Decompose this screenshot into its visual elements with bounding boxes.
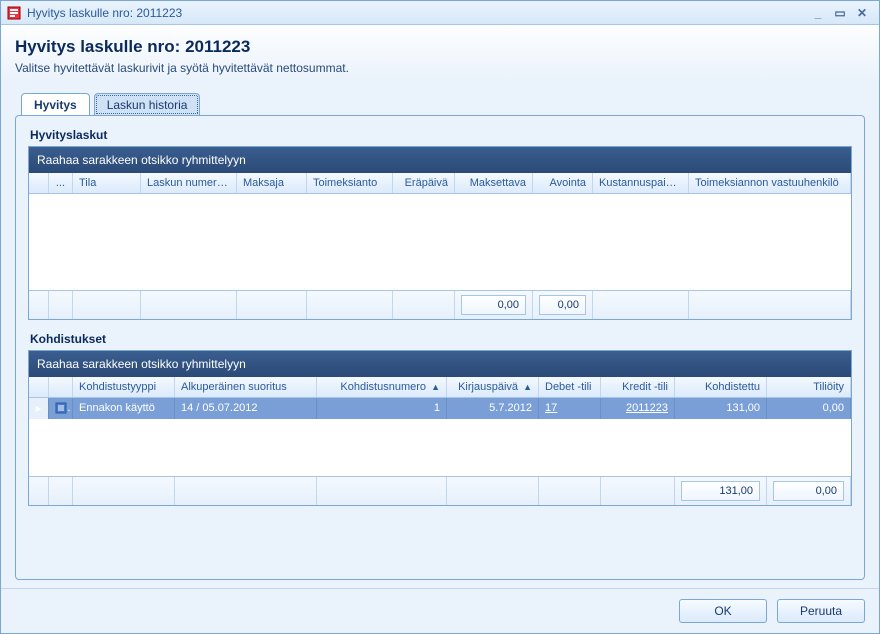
grid2-col-tilioity[interactable]: Tiliöity xyxy=(767,377,851,397)
grid2-col-kohdistusnumero[interactable]: Kohdistusnumero ▲ xyxy=(317,377,447,397)
grid2-col-kirjauspaiva[interactable]: Kirjauspäivä ▲ xyxy=(447,377,539,397)
tab-laskun-historia[interactable]: Laskun historia xyxy=(94,93,201,116)
grid2-col-kredit[interactable]: Kredit -tili xyxy=(601,377,675,397)
dialog-window: Hyvitys laskulle nro: 2011223 _ ▭ ✕ Hyvi… xyxy=(0,0,880,634)
row-indicator-icon: ▸ xyxy=(29,398,49,419)
grid2-col-alkuperainen[interactable]: Alkuperäinen suoritus xyxy=(175,377,317,397)
minimize-button[interactable]: _ xyxy=(807,6,829,20)
grid1-col-rowselector[interactable] xyxy=(29,173,49,193)
grid2-col-kohdistusnumero-label: Kohdistusnumero xyxy=(340,381,426,393)
debet-link[interactable]: 17 xyxy=(545,402,557,414)
grid2-col-kohdistettu[interactable]: Kohdistettu xyxy=(675,377,767,397)
sort-desc-icon: ▼ xyxy=(228,178,237,188)
grid1-col-maksaja[interactable]: Maksaja xyxy=(237,173,307,193)
grid2-groupbar[interactable]: Raahaa sarakkeen otsikko ryhmittelyyn xyxy=(29,351,851,377)
grid1-col-avointa[interactable]: Avointa xyxy=(533,173,593,193)
grid1-col-maksettava[interactable]: Maksettava xyxy=(455,173,533,193)
grid1-col-erapaiva[interactable]: Eräpäivä xyxy=(393,173,455,193)
cell-tilioity: 0,00 xyxy=(767,398,851,419)
grid1-col-kustannuspaikka[interactable]: Kustannuspaikka xyxy=(593,173,689,193)
document-icon xyxy=(49,398,73,419)
grid2-col-rowselector[interactable] xyxy=(29,377,49,397)
grid2-sum-tilioity: 0,00 xyxy=(773,481,844,501)
dialog-body: Hyvitys Laskun historia Hyvityslaskut Ra… xyxy=(1,81,879,588)
grid1-headers: ... Tila Laskun numero ▼ Maksaja Toimeks… xyxy=(29,173,851,194)
grid-kohdistukset: Raahaa sarakkeen otsikko ryhmittelyyn Ko… xyxy=(28,350,852,506)
grid-hyvityslaskut: Raahaa sarakkeen otsikko ryhmittelyyn ..… xyxy=(28,146,852,320)
sort-asc-icon: ▲ xyxy=(431,382,440,392)
titlebar: Hyvitys laskulle nro: 2011223 _ ▭ ✕ xyxy=(1,1,879,25)
grid1-col-tila[interactable]: Tila xyxy=(73,173,141,193)
grid2-col-icon[interactable] xyxy=(49,377,73,397)
grid2-sum-kohdistettu: 131,00 xyxy=(681,481,760,501)
cell-kohdistusnumero: 1 xyxy=(317,398,447,419)
page-subtitle: Valitse hyvitettävät laskurivit ja syötä… xyxy=(15,61,865,75)
cell-kredit: 2011223 xyxy=(601,398,675,419)
grid1-rows xyxy=(29,194,851,290)
grid1-groupbar[interactable]: Raahaa sarakkeen otsikko ryhmittelyyn xyxy=(29,147,851,173)
grid2-sumrow: 131,00 0,00 xyxy=(29,476,851,505)
ok-button[interactable]: OK xyxy=(679,599,767,623)
grid2-col-debet[interactable]: Debet -tili xyxy=(539,377,601,397)
kredit-link[interactable]: 2011223 xyxy=(626,402,668,414)
cell-debet: 17 xyxy=(539,398,601,419)
cell-kirjauspaiva: 5.7.2012 xyxy=(447,398,539,419)
close-button[interactable]: ✕ xyxy=(851,6,873,20)
table-row[interactable]: ▸ Ennakon käyttö 14 / 05.07.2012 1 5.7.2… xyxy=(29,398,851,419)
tab-hyvitys[interactable]: Hyvitys xyxy=(21,93,90,116)
sort-asc-icon-2: ▲ xyxy=(523,382,532,392)
grid2-headers: Kohdistustyyppi Alkuperäinen suoritus Ko… xyxy=(29,377,851,398)
app-icon xyxy=(7,6,21,20)
grid1-sum-maksettava: 0,00 xyxy=(461,295,526,315)
grid2-title: Kohdistukset xyxy=(30,332,852,346)
maximize-button[interactable]: ▭ xyxy=(829,6,851,20)
grid1-sum-avointa: 0,00 xyxy=(539,295,586,315)
tab-panel: Hyvityslaskut Raahaa sarakkeen otsikko r… xyxy=(15,115,865,580)
grid2-rows: ▸ Ennakon käyttö 14 / 05.07.2012 1 5.7.2… xyxy=(29,398,851,476)
cell-kohdistustyyppi: Ennakon käyttö xyxy=(73,398,175,419)
grid1-title: Hyvityslaskut xyxy=(30,128,852,142)
grid1-sumrow: 0,00 0,00 xyxy=(29,290,851,319)
grid1-col-laskun-numero[interactable]: Laskun numero ▼ xyxy=(141,173,237,193)
grid1-col-vastuuhenkilo[interactable]: Toimeksiannon vastuuhenkilö xyxy=(689,173,851,193)
window-title: Hyvitys laskulle nro: 2011223 xyxy=(27,6,182,20)
grid2-col-kohdistustyyppi[interactable]: Kohdistustyyppi xyxy=(73,377,175,397)
cancel-button[interactable]: Peruuta xyxy=(777,599,865,623)
cell-kohdistettu: 131,00 xyxy=(675,398,767,419)
tabstrip: Hyvitys Laskun historia xyxy=(15,93,865,116)
grid1-col-toimeksianto[interactable]: Toimeksianto xyxy=(307,173,393,193)
grid1-col-laskun-numero-label: Laskun numero xyxy=(147,177,228,189)
page-title: Hyvitys laskulle nro: 2011223 xyxy=(15,37,865,57)
dialog-header: Hyvitys laskulle nro: 2011223 Valitse hy… xyxy=(1,25,879,81)
dialog-footer: OK Peruuta xyxy=(1,588,879,633)
cell-alkuperainen: 14 / 05.07.2012 xyxy=(175,398,317,419)
grid1-col-expander[interactable]: ... xyxy=(49,173,73,193)
grid2-col-kirjauspaiva-label: Kirjauspäivä xyxy=(458,381,518,393)
